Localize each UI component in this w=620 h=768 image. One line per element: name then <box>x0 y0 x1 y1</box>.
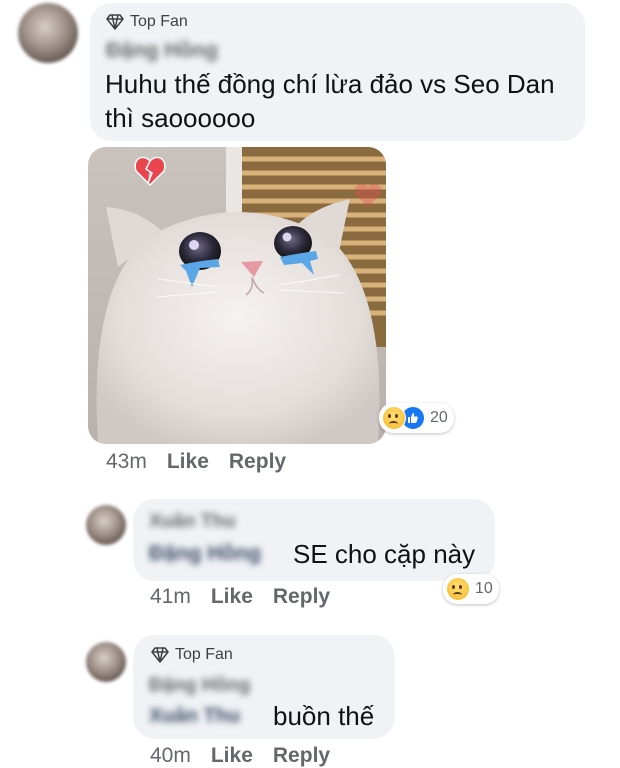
avatar[interactable] <box>86 642 126 682</box>
reply-link[interactable]: Reply <box>273 585 330 609</box>
reply-timestamp[interactable]: 41m <box>150 585 191 609</box>
avatar[interactable] <box>18 3 78 63</box>
top-fan-label: Top Fan <box>175 646 233 663</box>
reply-text: SE cho cặp này <box>293 539 476 569</box>
reply-link[interactable]: Reply <box>273 744 330 768</box>
avatar[interactable] <box>86 505 126 545</box>
comment-actions: 43m Like Reply <box>106 450 286 474</box>
top-fan-label: Top Fan <box>130 13 188 30</box>
reaction-count: 10 <box>475 580 493 597</box>
reply-actions: 41m Like Reply <box>150 585 330 609</box>
comment-image[interactable] <box>88 147 386 444</box>
reaction-count: 20 <box>430 409 448 426</box>
like-link[interactable]: Like <box>211 744 253 768</box>
like-link[interactable]: Like <box>211 585 253 609</box>
crying-cat-image <box>88 147 386 444</box>
like-link[interactable]: Like <box>167 450 209 474</box>
mention-tag[interactable]: Đặng Hồng <box>149 542 261 566</box>
reaction-summary[interactable]: 20 <box>379 403 454 433</box>
reply-timestamp[interactable]: 40m <box>150 744 191 768</box>
mention-tag[interactable]: Xuân Thu <box>149 705 240 728</box>
diamond-icon <box>106 14 124 30</box>
comment-bubble: Top Fan Đặng Hồng Huhu thế đồng chí lừa … <box>90 3 585 141</box>
comment-text-line1: Huhu thế đồng chí lừa đảo vs Seo Dan <box>105 69 555 99</box>
reply-actions: 40m Like Reply <box>150 744 330 768</box>
comment-text-line2: thì saoooooo <box>105 103 256 133</box>
comment-timestamp[interactable]: 43m <box>106 450 147 474</box>
reaction-summary[interactable]: 10 <box>443 574 499 604</box>
reply-bubble: Top Fan Đặng Hồng Xuân Thu buồn thế <box>133 635 395 739</box>
reply-author[interactable]: Đặng Hồng <box>149 675 250 697</box>
comment-author[interactable]: Đặng Hồng <box>106 39 218 63</box>
reply-author[interactable]: Xuân Thu <box>149 511 236 533</box>
diamond-icon <box>151 647 169 663</box>
reply-link[interactable]: Reply <box>229 450 286 474</box>
reply-bubble: Xuân Thu Đặng Hồng SE cho cặp này <box>133 499 495 581</box>
reply-text: buồn thế <box>273 701 375 731</box>
top-fan-badge: Top Fan <box>106 13 188 31</box>
sad-reaction-icon <box>382 406 406 430</box>
top-fan-badge: Top Fan <box>151 646 233 664</box>
sad-reaction-icon <box>446 577 470 601</box>
